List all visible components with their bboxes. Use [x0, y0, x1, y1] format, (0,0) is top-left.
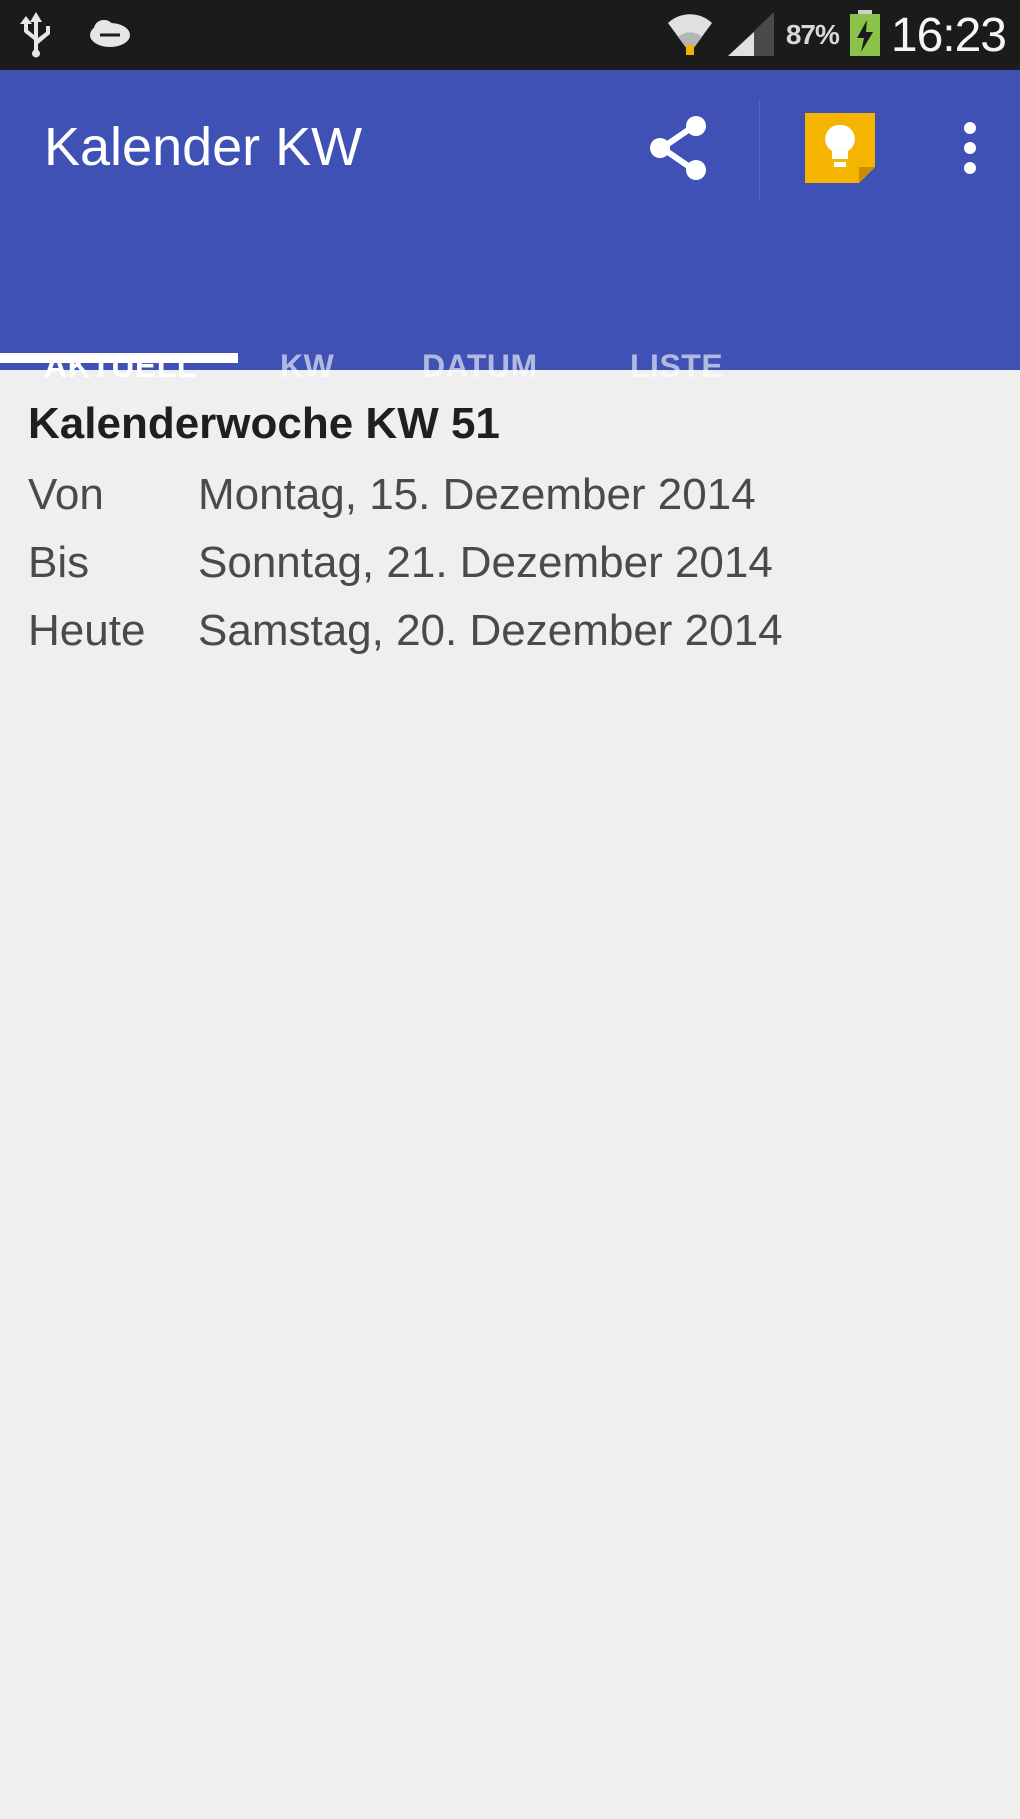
row-bis: Bis Sonntag, 21. Dezember 2014 [28, 538, 988, 606]
row-value: Samstag, 20. Dezember 2014 [198, 606, 783, 655]
status-bar: 87% 16:23 [0, 0, 1020, 70]
share-button[interactable] [600, 100, 760, 200]
week-info: Kalenderwoche KW 51 Von Montag, 15. Deze… [28, 402, 988, 674]
row-label: Heute [28, 606, 146, 655]
wifi-icon [664, 7, 716, 64]
battery-percent: 87% [785, 19, 840, 50]
share-icon [644, 112, 716, 189]
screen: 87% 16:23 Kalender KW AKTUELL KW DATUM L… [0, 0, 1020, 1819]
app-title: Kalender KW [44, 117, 363, 177]
battery-charging-icon [847, 8, 883, 63]
row-label: Bis [28, 538, 90, 587]
week-heading: Kalenderwoche KW 51 [28, 399, 500, 448]
overflow-menu-icon [960, 118, 980, 183]
usb-icon [16, 8, 56, 63]
row-value: Montag, 15. Dezember 2014 [198, 470, 756, 519]
keep-button[interactable] [762, 100, 918, 200]
signal-icon [724, 8, 778, 63]
clock: 16:23 [890, 8, 1007, 62]
row-heute: Heute Samstag, 20. Dezember 2014 [28, 606, 988, 674]
status-system: 87% 16:23 [664, 7, 1007, 64]
row-von: Von Montag, 15. Dezember 2014 [28, 470, 988, 538]
tab-indicator [0, 353, 238, 363]
row-value: Sonntag, 21. Dezember 2014 [198, 538, 773, 587]
overflow-menu-button[interactable] [940, 100, 1000, 200]
cloud-sync-icon [86, 13, 136, 58]
app-bar: Kalender KW AKTUELL KW DATUM LISTE [0, 70, 1020, 384]
status-notifications [16, 10, 136, 60]
keep-bulb-icon [801, 109, 879, 192]
row-label: Von [28, 470, 104, 519]
